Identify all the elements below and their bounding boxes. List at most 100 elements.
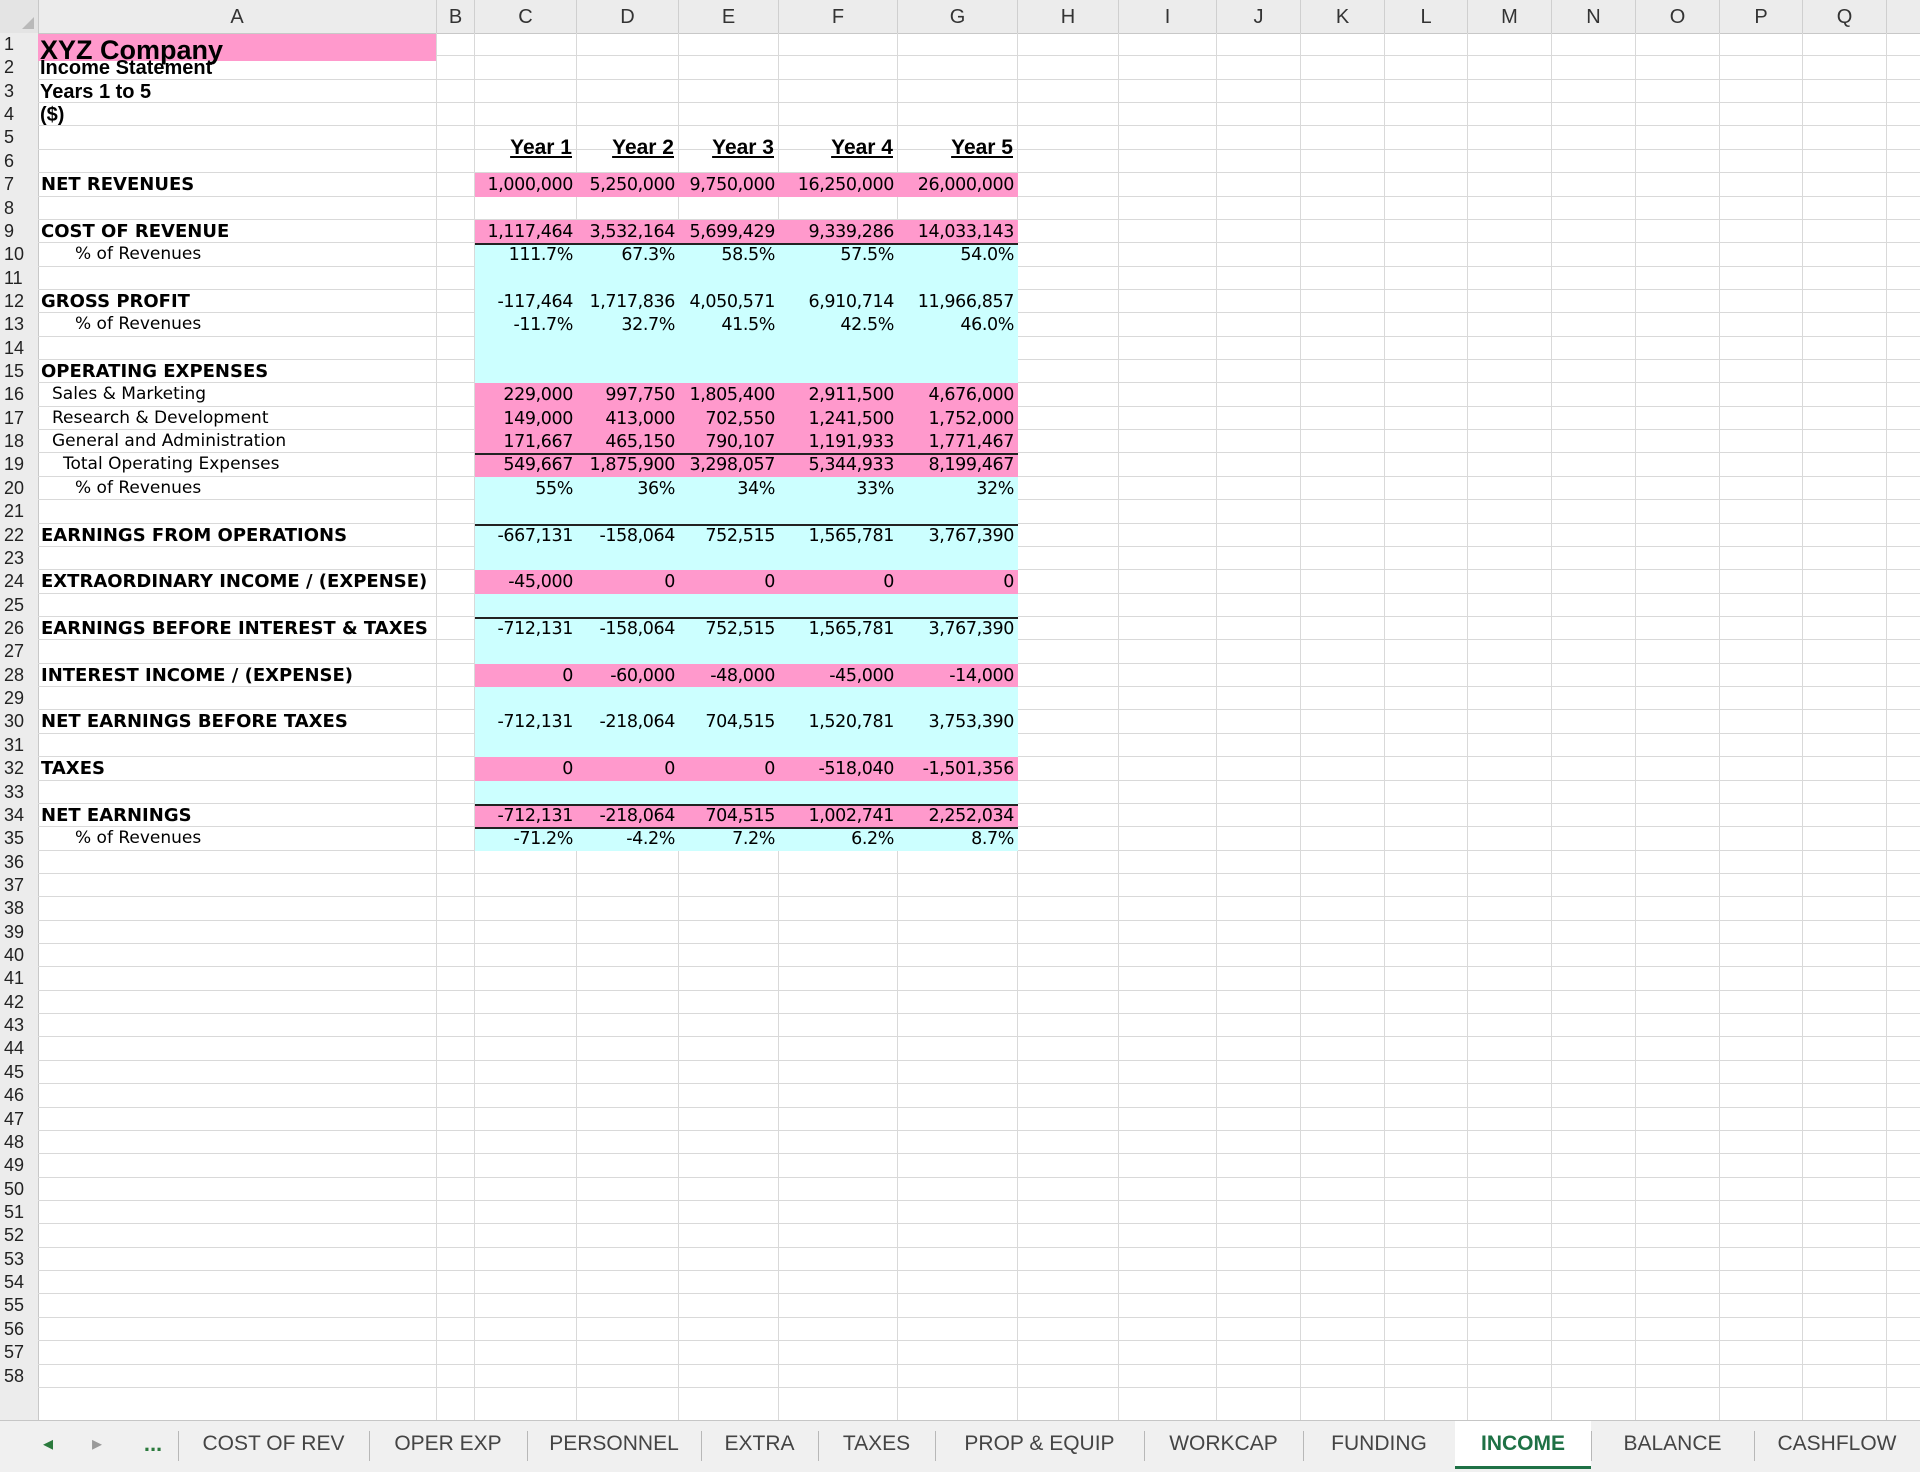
row-header-31[interactable]: 31: [0, 734, 38, 757]
row-header-29[interactable]: 29: [0, 687, 38, 710]
row-header-44[interactable]: 44: [0, 1037, 38, 1060]
tab-funding[interactable]: FUNDING: [1303, 1421, 1455, 1469]
row-header-26[interactable]: 26: [0, 617, 38, 640]
line-label: Total Operating Expenses: [63, 454, 280, 475]
line-value: 4,050,571: [689, 291, 776, 312]
row-header-49[interactable]: 49: [0, 1154, 38, 1177]
tab-workcap[interactable]: WORKCAP: [1144, 1421, 1303, 1469]
tab-cost-of-rev[interactable]: COST OF REV: [178, 1421, 369, 1469]
row-header-10[interactable]: 10: [0, 243, 38, 266]
row-header-47[interactable]: 47: [0, 1108, 38, 1131]
row-header-24[interactable]: 24: [0, 570, 38, 593]
select-all-corner[interactable]: [0, 0, 39, 33]
row-header-57[interactable]: 57: [0, 1341, 38, 1364]
row-header-7[interactable]: 7: [0, 173, 38, 196]
row-header-8[interactable]: 8: [0, 197, 38, 220]
tab-prop-equip[interactable]: PROP & EQUIP: [935, 1421, 1144, 1469]
row-header-12[interactable]: 12: [0, 290, 38, 313]
row-header-4[interactable]: 4: [0, 103, 38, 126]
row-header-43[interactable]: 43: [0, 1014, 38, 1037]
tab-extra[interactable]: EXTRA: [701, 1421, 818, 1469]
spreadsheet-grid[interactable]: ABCDEFGHIJKLMNOPQ 1 2 3 4 5 6 7 8 9 10 11 12 13 14 15 1…: [0, 0, 1920, 1420]
row-header-11[interactable]: 11: [0, 267, 38, 290]
column-header-a[interactable]: A: [38, 0, 437, 33]
row-header-18[interactable]: 18: [0, 430, 38, 453]
tab-cashflow[interactable]: CASHFLOW: [1754, 1421, 1920, 1469]
row-header-13[interactable]: 13: [0, 313, 38, 336]
row-header-17[interactable]: 17: [0, 407, 38, 430]
row-header-25[interactable]: 25: [0, 594, 38, 617]
tab-oper-exp[interactable]: OPER EXP: [369, 1421, 527, 1469]
column-header-p[interactable]: P: [1720, 0, 1803, 33]
column-header-n[interactable]: N: [1552, 0, 1636, 33]
cell-border: [475, 453, 1018, 456]
column-header-k[interactable]: K: [1301, 0, 1385, 33]
column-header-f[interactable]: F: [779, 0, 898, 33]
row-header-30[interactable]: 30: [0, 710, 38, 733]
row-header-38[interactable]: 38: [0, 897, 38, 920]
row-header-27[interactable]: 27: [0, 640, 38, 663]
row-header-55[interactable]: 55: [0, 1294, 38, 1317]
row-header-53[interactable]: 53: [0, 1248, 38, 1271]
row-header-36[interactable]: 36: [0, 851, 38, 874]
row-header-41[interactable]: 41: [0, 967, 38, 990]
row-header-23[interactable]: 23: [0, 547, 38, 570]
column-header-e[interactable]: E: [679, 0, 779, 33]
row-header-46[interactable]: 46: [0, 1084, 38, 1107]
more-sheets-button[interactable]: ...: [135, 1421, 171, 1469]
row-header-45[interactable]: 45: [0, 1061, 38, 1084]
row-header-15[interactable]: 15: [0, 360, 38, 383]
row-header-39[interactable]: 39: [0, 921, 38, 944]
row-header-35[interactable]: 35: [0, 827, 38, 850]
column-header-c[interactable]: C: [475, 0, 577, 33]
line-label: EXTRAORDINARY INCOME / (EXPENSE): [41, 571, 428, 593]
row-header-14[interactable]: 14: [0, 337, 38, 360]
row-header-28[interactable]: 28: [0, 664, 38, 687]
row-header-33[interactable]: 33: [0, 781, 38, 804]
column-header-d[interactable]: D: [577, 0, 679, 33]
row-header-3[interactable]: 3: [0, 80, 38, 103]
column-gridline: [436, 33, 437, 1420]
row-header-6[interactable]: 6: [0, 150, 38, 173]
column-header-q[interactable]: Q: [1803, 0, 1887, 33]
row-header-34[interactable]: 34: [0, 804, 38, 827]
tab-balance[interactable]: BALANCE: [1591, 1421, 1754, 1469]
column-header-o[interactable]: O: [1636, 0, 1720, 33]
column-header-j[interactable]: J: [1217, 0, 1301, 33]
row-header-32[interactable]: 32: [0, 757, 38, 780]
row-header-51[interactable]: 51: [0, 1201, 38, 1224]
row-header-22[interactable]: 22: [0, 524, 38, 547]
row-header-42[interactable]: 42: [0, 991, 38, 1014]
row-header-50[interactable]: 50: [0, 1178, 38, 1201]
row-header-19[interactable]: 19: [0, 453, 38, 476]
row-gridline: [38, 1129, 1920, 1131]
row-header-2[interactable]: 2: [0, 56, 38, 79]
row-header-40[interactable]: 40: [0, 944, 38, 967]
next-sheet-icon[interactable]: ▸: [82, 1421, 112, 1469]
prev-sheet-icon[interactable]: ◂: [33, 1421, 63, 1469]
row-header-21[interactable]: 21: [0, 500, 38, 523]
row-header-16[interactable]: 16: [0, 383, 38, 406]
line-label: OPERATING EXPENSES: [41, 361, 269, 383]
column-header-g[interactable]: G: [898, 0, 1018, 33]
row-header-37[interactable]: 37: [0, 874, 38, 897]
row-header-9[interactable]: 9: [0, 220, 38, 243]
row-header-56[interactable]: 56: [0, 1318, 38, 1341]
tab-income[interactable]: INCOME: [1455, 1421, 1591, 1469]
line-value: 4,676,000: [928, 385, 1015, 406]
row-header-48[interactable]: 48: [0, 1131, 38, 1154]
column-header-m[interactable]: M: [1468, 0, 1552, 33]
row-header-54[interactable]: 54: [0, 1271, 38, 1294]
row-header-58[interactable]: 58: [0, 1365, 38, 1388]
line-value: 3,532,164: [589, 221, 676, 242]
row-header-1[interactable]: 1: [0, 33, 38, 56]
column-header-i[interactable]: I: [1119, 0, 1217, 33]
column-header-b[interactable]: B: [437, 0, 475, 33]
row-header-5[interactable]: 5: [0, 126, 38, 149]
column-header-h[interactable]: H: [1018, 0, 1119, 33]
column-header-l[interactable]: L: [1385, 0, 1468, 33]
row-header-20[interactable]: 20: [0, 477, 38, 500]
tab-taxes[interactable]: TAXES: [818, 1421, 935, 1469]
tab-personnel[interactable]: PERSONNEL: [527, 1421, 701, 1469]
row-header-52[interactable]: 52: [0, 1224, 38, 1247]
